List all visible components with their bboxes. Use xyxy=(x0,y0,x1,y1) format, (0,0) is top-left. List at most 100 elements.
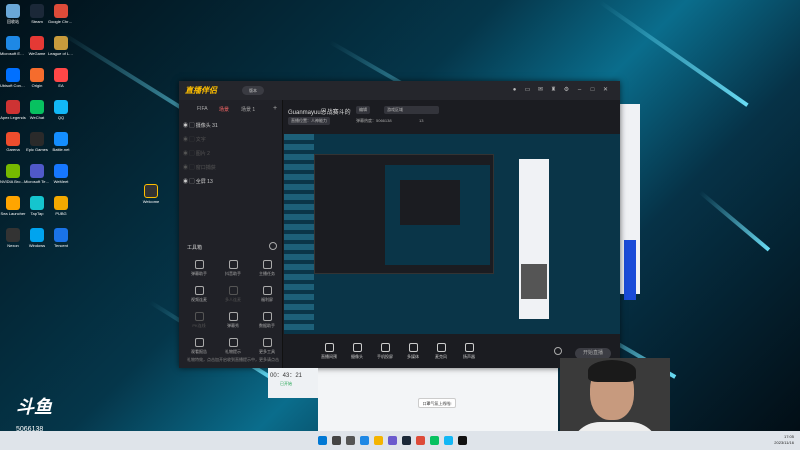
tool-item[interactable]: 弹幕助手 xyxy=(183,260,215,282)
desktop-icon[interactable]: NVIDIA Broadcast xyxy=(0,164,26,194)
app-icon xyxy=(54,4,68,18)
media-icon xyxy=(408,343,418,352)
system-clock[interactable]: 17:05 2023/11/16 xyxy=(774,434,794,446)
source-item[interactable]: ◉ ▢ 摄像头 31 xyxy=(183,120,278,132)
bottom-tool[interactable]: 摄像头 xyxy=(342,343,372,360)
tab-scene-1[interactable]: 场景 1 xyxy=(241,106,255,113)
desktop-icon-label: PUBG xyxy=(55,211,67,216)
desktop-icon[interactable]: Microsoft Edge xyxy=(0,36,26,66)
tool-item[interactable]: PK连线 xyxy=(183,312,215,334)
desktop-icon[interactable]: EA xyxy=(48,68,74,98)
wechat-icon[interactable] xyxy=(430,436,439,445)
desktop-icon[interactable]: Steam xyxy=(24,4,50,34)
desktop-icon[interactable]: Sea Launcher xyxy=(0,196,26,226)
live-icon[interactable] xyxy=(458,436,467,445)
desktop-icon-label: League of Legends xyxy=(48,51,74,56)
app-titlebar: 直播伴侣 版本 ● ▭ ✉ ♜ ⚙ – □ ✕ xyxy=(179,81,620,100)
explorer-icon[interactable] xyxy=(374,436,383,445)
tool-label: 弹幕助手 xyxy=(191,271,207,276)
source-item[interactable]: ◉ ▢ 窗口捕获 xyxy=(183,162,278,174)
minimize-icon[interactable]: – xyxy=(576,87,583,94)
desktop-icon[interactable]: QQ xyxy=(48,100,74,130)
tool-icon xyxy=(228,338,238,347)
tool-item[interactable]: 抖音助手 xyxy=(217,260,249,282)
add-scene-button[interactable]: + xyxy=(273,105,277,112)
tool-item[interactable]: 视频连麦 xyxy=(183,286,215,308)
tool-item[interactable]: 主播任务 xyxy=(251,260,283,282)
tool-item[interactable]: 福利屏 xyxy=(251,286,283,308)
desktop-icon[interactable]: League of Legends xyxy=(48,36,74,66)
bottom-tool[interactable]: 多媒体 xyxy=(398,343,428,360)
app-logo: 直播伴侣 xyxy=(185,86,217,95)
version-pill[interactable]: 版本 xyxy=(242,86,264,95)
desktop-icon[interactable]: WeChat xyxy=(24,100,50,130)
desktop-icon-label: Nexon xyxy=(7,243,19,248)
desktop-icon-label: Ubisoft Connect xyxy=(0,83,26,88)
tab-fifa[interactable]: FIFA xyxy=(197,106,208,112)
bottom-tool[interactable]: 直播间预 xyxy=(314,343,344,360)
app-icon xyxy=(30,196,44,210)
desktop-icon[interactable]: Microsoft Teams xyxy=(24,164,50,194)
message-icon[interactable]: ▭ xyxy=(524,87,531,94)
bottom-tool[interactable]: 麦克风 xyxy=(426,343,456,360)
edge-icon[interactable] xyxy=(360,436,369,445)
desktop-icon[interactable]: Battle.net xyxy=(48,132,74,162)
desktop-icon[interactable]: TapTap xyxy=(24,196,50,226)
shirt-icon[interactable]: ♜ xyxy=(550,87,557,94)
mail-icon[interactable]: ✉ xyxy=(537,87,544,94)
desktop-icon[interactable]: Epic Games xyxy=(24,132,50,162)
desktop-icon-label: 回收站 xyxy=(7,19,19,24)
desktop-icon[interactable]: Tencent xyxy=(48,228,74,258)
tool-item[interactable]: 数据助手 xyxy=(251,312,283,334)
bottom-tool-label: 扬声器 xyxy=(463,354,475,359)
avatar-icon[interactable]: ● xyxy=(511,87,518,94)
desktop-icon[interactable]: Nexon xyxy=(0,228,26,258)
tab-scene[interactable]: 场景 xyxy=(219,106,229,113)
source-item[interactable]: ◉ ▢ 文字 xyxy=(183,134,278,146)
chrome-icon[interactable] xyxy=(416,436,425,445)
tool-label: 礼物提示 xyxy=(225,349,241,354)
desktop-icon-label: NVIDIA Broadcast xyxy=(0,179,26,184)
tool-icon xyxy=(228,312,238,321)
store-icon[interactable] xyxy=(388,436,397,445)
desktop-icon[interactable]: Ubisoft Connect xyxy=(0,68,26,98)
desktop-icon[interactable]: WeGame xyxy=(24,36,50,66)
app-icon xyxy=(30,68,44,82)
app-icon xyxy=(30,164,44,178)
tool-icon xyxy=(262,338,272,347)
edit-room-button[interactable]: 编辑 xyxy=(356,106,370,114)
settings-icon[interactable] xyxy=(554,347,562,355)
qq-icon[interactable] xyxy=(444,436,453,445)
steam-icon[interactable] xyxy=(402,436,411,445)
desktop-icon[interactable]: PUBG xyxy=(48,196,74,226)
desktop-icon[interactable]: Windows xyxy=(24,228,50,258)
bottom-tool[interactable]: 手机投屏 xyxy=(370,343,400,360)
app-icon xyxy=(6,4,20,18)
tools-title: 工具箱 xyxy=(187,245,203,251)
tool-item[interactable]: 多人连麦 xyxy=(217,286,249,308)
desktop-icon-welcome[interactable]: Welcome xyxy=(138,184,164,214)
gear-icon[interactable]: ⚙ xyxy=(563,87,570,94)
taskview-icon[interactable] xyxy=(346,436,355,445)
maximize-icon[interactable]: □ xyxy=(589,87,596,94)
close-icon[interactable]: ✕ xyxy=(602,87,609,94)
source-item[interactable]: ◉ ▢ 图片 2 xyxy=(183,148,278,160)
tool-item[interactable]: 弹幕秀 xyxy=(217,312,249,334)
live-panel: Guanmayuu恩战赛斗的 编辑 游戏区域 直播位置：人神能力 弹幕热度：50… xyxy=(284,100,620,368)
desktop-icon[interactable]: Google Chrome xyxy=(48,4,74,34)
desktop-icon[interactable]: Origin xyxy=(24,68,50,98)
category-button[interactable]: 游戏区域 xyxy=(384,106,439,114)
tool-icon xyxy=(262,312,272,321)
desktop-icon[interactable]: Garena xyxy=(0,132,26,162)
source-item[interactable]: ◉ ▢ 全屏 13 xyxy=(183,176,278,188)
preview-webcam xyxy=(521,264,547,299)
desktop-icon[interactable]: WeMeet xyxy=(48,164,74,194)
desktop-icon[interactable]: 回收站 xyxy=(0,4,26,34)
tools-collapse-icon[interactable] xyxy=(269,242,277,250)
desktop-icon[interactable]: Apex Legends xyxy=(0,100,26,130)
app-icon xyxy=(54,196,68,210)
bottom-tool[interactable]: 扬声器 xyxy=(454,343,484,360)
app-icon xyxy=(6,132,20,146)
search-icon[interactable] xyxy=(332,436,341,445)
windows-icon[interactable] xyxy=(318,436,327,445)
